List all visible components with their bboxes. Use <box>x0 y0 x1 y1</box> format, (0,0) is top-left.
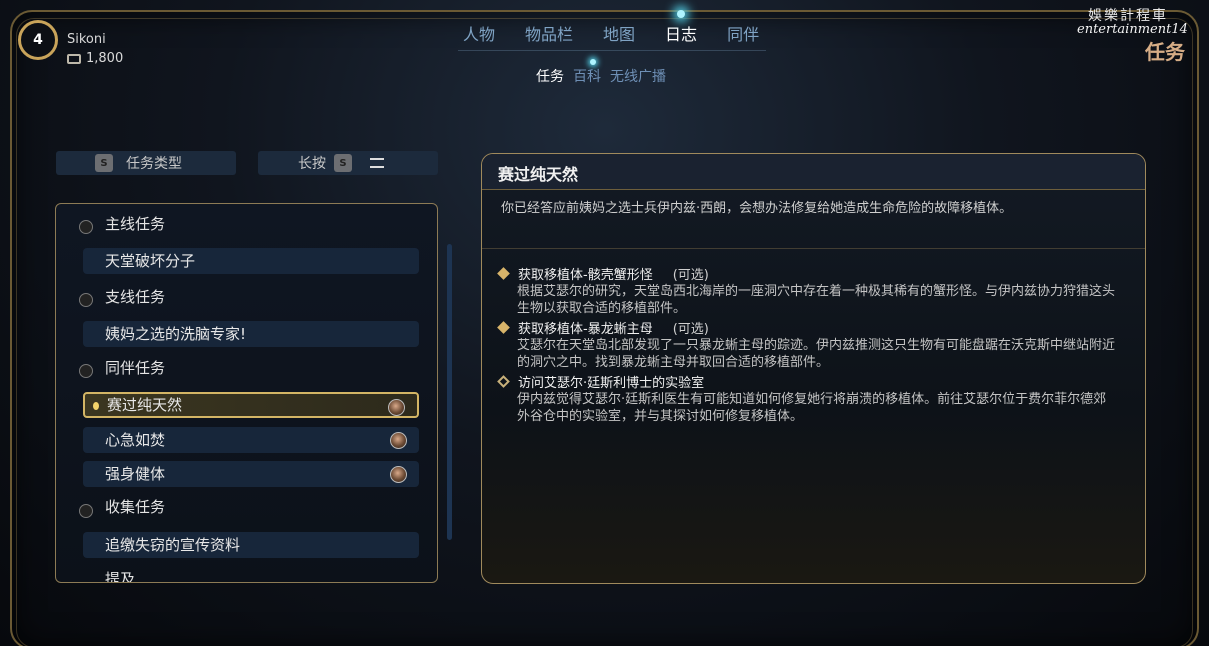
companion-portrait-icon <box>388 399 405 416</box>
objective-optional: (可选) <box>672 322 709 337</box>
quest-label: 强身健体 <box>105 465 166 483</box>
objective-body: 伊内兹觉得艾瑟尔·廷斯利医生有可能知道如何修复她行将崩溃的移植体。前往艾瑟尔位于… <box>517 392 1107 424</box>
tab-map[interactable]: 地图 <box>588 21 650 45</box>
quest-title: 赛过纯天然 <box>482 154 1145 190</box>
quest-list-panel: 主线任务 天堂破坏分子 支线任务 姨妈之选的洗脑专家! 同伴任务 赛过纯天然 心… <box>55 203 438 583</box>
subtab-quests[interactable]: 任务 <box>536 66 564 86</box>
category-collect[interactable]: 收集任务 <box>105 496 165 517</box>
level-value: 4 <box>33 32 43 48</box>
quest-label: 天堂破坏分子 <box>105 252 196 270</box>
objective-diamond-icon <box>497 321 510 334</box>
quest-label: 赛过纯天然 <box>107 396 183 414</box>
objective: 访问艾瑟尔·廷斯利博士的实验室 伊内兹觉得艾瑟尔·廷斯利医生有可能知道如何修复她… <box>496 372 1116 425</box>
objective: 获取移植体-骸壳蟹形怪 (可选) 根据艾瑟尔的研究，天堂岛西北海岸的一座洞穴中存在… <box>496 264 1116 317</box>
objective: 获取移植体-暴龙蜥主母 (可选) 艾瑟尔在天堂岛北部发现了一只暴龙蜥主母的踪迹。伊… <box>496 318 1116 371</box>
main-nav: 人物 物品栏 地图 日志 同伴 <box>448 10 774 45</box>
watermark-subtitle: entertainment14 <box>1077 22 1188 37</box>
quest-label: 心急如焚 <box>105 431 166 449</box>
level-badge: 4 <box>18 20 58 60</box>
quest-description: 你已经答应前姨妈之选士兵伊内兹·西朗，会想办法修复给她造成生命危险的故障移植体。 <box>501 201 1013 216</box>
sort-icon <box>370 158 384 168</box>
quest-item-selected[interactable]: 赛过纯天然 <box>83 392 419 418</box>
quest-item[interactable]: 天堂破坏分子 <box>83 248 419 274</box>
key-s-badge-2: S <box>334 154 352 172</box>
quest-item[interactable]: 追缴失窃的宣传资料 <box>83 532 419 558</box>
objective-body: 根据艾瑟尔的研究，天堂岛西北海岸的一座洞穴中存在着一种极其稀有的蟹形怪。与伊内兹… <box>517 284 1116 316</box>
detail-divider <box>482 248 1145 249</box>
category-icon <box>79 293 93 307</box>
objective-title: 获取移植体-骸壳蟹形怪 <box>518 268 653 283</box>
quest-detail-panel: 赛过纯天然 你已经答应前姨妈之选士兵伊内兹·西朗，会想办法修复给她造成生命危险的… <box>481 153 1146 584</box>
key-s-badge: S <box>95 154 113 172</box>
subtab-codex[interactable]: 百科 <box>573 66 601 86</box>
companion-portrait-icon <box>390 432 407 449</box>
objective-diamond-icon <box>497 267 510 280</box>
quest-type-filter[interactable]: S 任务类型 <box>56 151 236 175</box>
currency: 1,800 <box>67 51 123 66</box>
currency-value: 1,800 <box>86 51 124 66</box>
category-main[interactable]: 主线任务 <box>105 213 165 234</box>
player-name: Sikoni <box>67 32 106 47</box>
objective-diamond-icon <box>497 375 510 388</box>
nav-divider <box>458 50 766 51</box>
category-icon <box>79 504 93 518</box>
tab-journal[interactable]: 日志 <box>650 10 712 45</box>
quest-item[interactable]: 姨妈之选的洗脑专家! <box>83 321 419 347</box>
quest-item[interactable]: 强身健体 <box>83 461 419 487</box>
objective-title: 获取移植体-暴龙蜥主母 <box>518 322 653 337</box>
objective-optional: (可选) <box>672 268 709 283</box>
category-side[interactable]: 支线任务 <box>105 286 165 307</box>
tab-inventory[interactable]: 物品栏 <box>510 21 588 45</box>
quest-label: 追缴失窃的宣传资料 <box>105 536 241 554</box>
category-companion[interactable]: 同伴任务 <box>105 357 165 378</box>
watermark-tag: 任务 <box>1145 40 1185 64</box>
tab-companions[interactable]: 同伴 <box>712 21 774 45</box>
quest-list-scrollbar[interactable] <box>447 244 452 540</box>
hold-label: 长按 <box>298 156 326 172</box>
objective-body: 艾瑟尔在天堂岛北部发现了一只暴龙蜥主母的踪迹。伊内兹推测这只生物有可能盘踞在沃克… <box>517 338 1116 370</box>
companion-portrait-icon <box>390 466 407 483</box>
subtab-radio[interactable]: 无线广播 <box>610 66 666 86</box>
bits-icon <box>67 53 81 64</box>
tracked-quest-icon <box>93 402 99 410</box>
category-icon <box>79 364 93 378</box>
quest-label: 姨妈之选的洗脑专家! <box>105 325 247 343</box>
tab-character[interactable]: 人物 <box>448 21 510 45</box>
category-mentioned[interactable]: 提及 <box>105 568 135 582</box>
sort-button[interactable]: 长按 S <box>258 151 438 175</box>
subnav-indicator <box>590 59 596 65</box>
quest-item[interactable]: 心急如焚 <box>83 427 419 453</box>
sub-nav: 任务 百科 无线广播 <box>536 66 666 86</box>
quest-type-label: 任务类型 <box>126 156 182 172</box>
objective-title: 访问艾瑟尔·廷斯利博士的实验室 <box>518 376 705 391</box>
category-icon <box>79 220 93 234</box>
